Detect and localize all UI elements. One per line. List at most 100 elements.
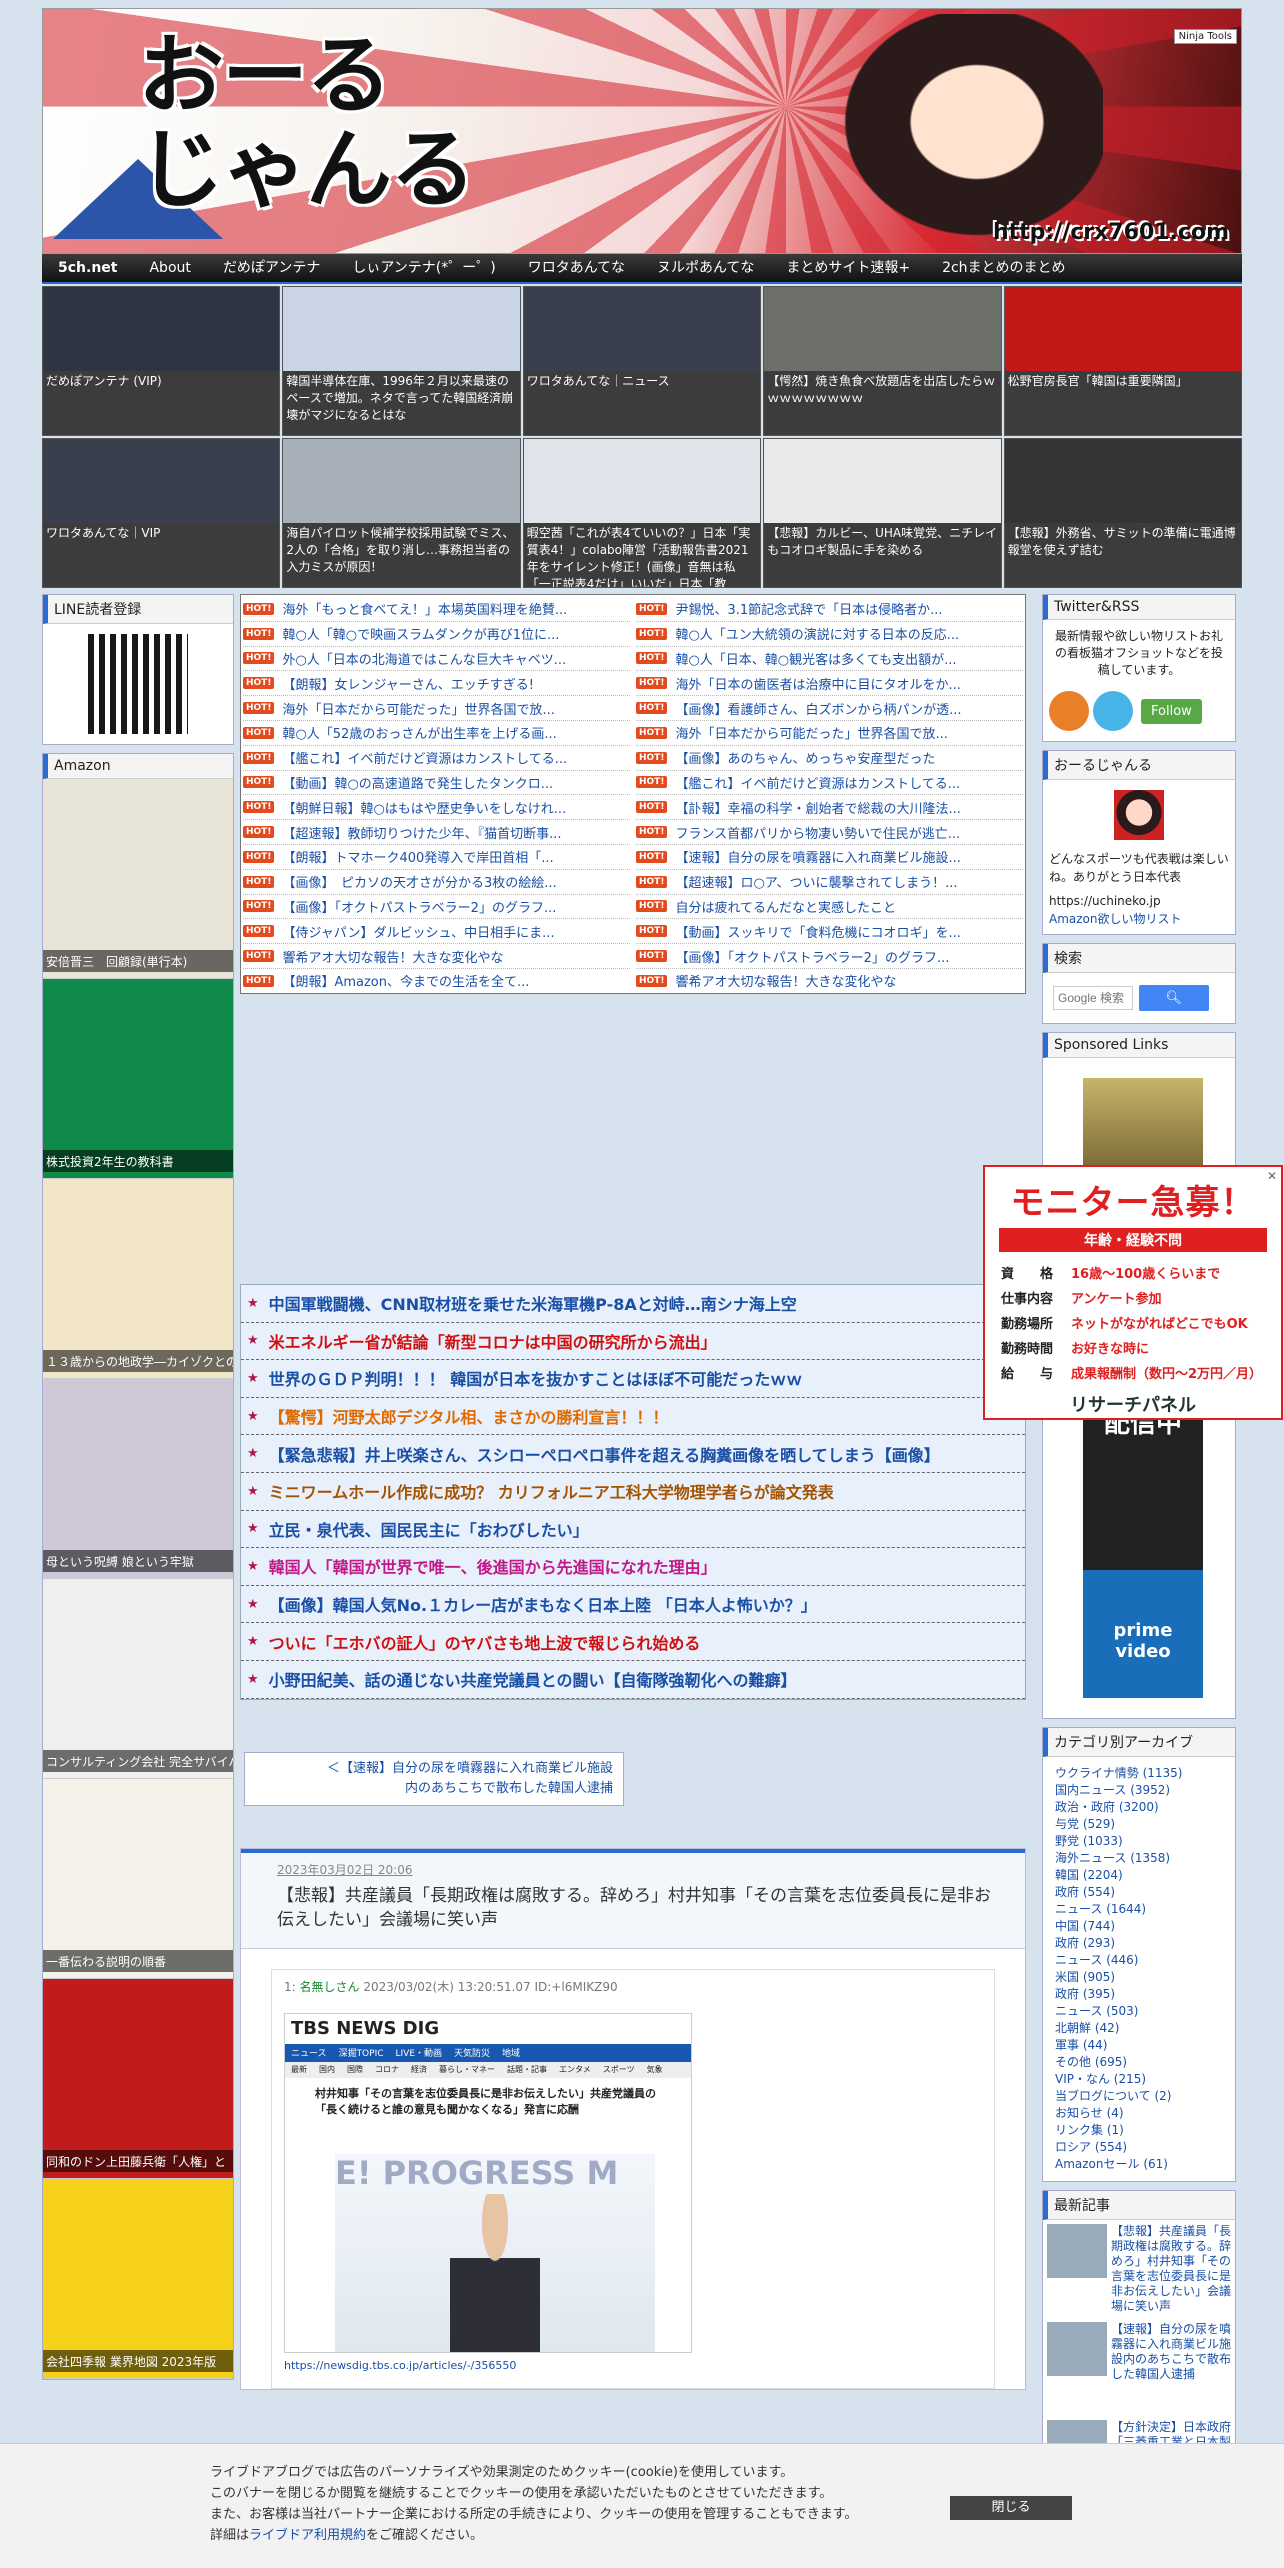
- category-link[interactable]: 国内ニュース (3952): [1055, 1782, 1223, 1799]
- category-link[interactable]: Amazonセール (61): [1055, 2156, 1223, 2173]
- monitor-ad-popup[interactable]: ✕ モニター急募！ 年齢・経験不問 資 格 16歳～100歳くらいまで 仕事内容 アン…: [983, 1165, 1283, 1420]
- prev-article-link[interactable]: ＜【速報】自分の尿を噴霧器に入れ商業ビル施設 内のあちこちで散布した韓国人逮捕: [244, 1751, 624, 1806]
- recommended-item[interactable]: ★ 【緊急悲報】井上咲楽さん、スシローペロペロ事件を超える胸糞画像を晒してしまう【…: [241, 1435, 1025, 1473]
- recommended-item[interactable]: ★ 【驚愕】河野太郎デジタル相、まさかの勝利宣言！！！: [241, 1398, 1025, 1436]
- category-link[interactable]: 政府 (395): [1055, 1986, 1223, 2003]
- hot-link-text[interactable]: 韓○人「日本、韓○観光客は多くても支出額が...: [675, 649, 956, 668]
- hot-link-row[interactable]: HOT! 【朗報】Amazon、今までの生活を全て...: [243, 969, 630, 993]
- recommended-item[interactable]: ★ ミニワームホール作成に成功？ カリフォルニア工科大学物理学者らが論文発表: [241, 1473, 1025, 1511]
- category-link[interactable]: ニュース (1644): [1055, 1901, 1223, 1918]
- book-item[interactable]: 会社四季報 業界地図 2023年版: [43, 2179, 233, 2379]
- nav-damepo[interactable]: だめぽアンテナ: [207, 253, 336, 283]
- recommended-text[interactable]: 立民・泉代表、国民民主に「おわびしたい」: [269, 1517, 589, 1541]
- hot-link-text[interactable]: 【超速報】教師切りつけた少年、『猫首切断事...: [282, 823, 561, 842]
- recent-title[interactable]: 【悲報】共産議員「長期政権は腐敗する。辞めろ」村井知事「その言葉を志位委員長に是…: [1111, 2224, 1231, 2314]
- hot-link-text[interactable]: 【朗報】トマホーク400発導入で岸田首相「...: [282, 847, 553, 866]
- hot-link-row[interactable]: HOT! 外○人「日本の北海道ではこんな巨大キャベツ...: [243, 647, 630, 672]
- hot-link-row[interactable]: HOT! 【動画】スッキリで「食料危機にコオロギ」を...: [636, 919, 1023, 945]
- book-item[interactable]: 母という呪縛 娘という牢獄: [43, 1379, 233, 1579]
- category-link[interactable]: 韓国 (2204): [1055, 1867, 1223, 1884]
- category-link[interactable]: 野党 (1033): [1055, 1833, 1223, 1850]
- category-link[interactable]: 北朝鮮 (42): [1055, 2020, 1223, 2037]
- book-item[interactable]: 株式投資2年生の教科書: [43, 979, 233, 1179]
- recent-title[interactable]: 【速報】自分の尿を噴霧器に入れ商業ビル施設内のあちこちで散布した韓国人逮捕: [1111, 2322, 1231, 2412]
- recommended-item[interactable]: ★ 中国軍戦闘機、CNN取材班を乗せた米海軍機P-8Aと対峙…南シナ海上空: [241, 1285, 1025, 1323]
- recommended-text[interactable]: ミニワームホール作成に成功？ カリフォルニア工科大学物理学者らが論文発表: [269, 1479, 834, 1503]
- thumb-item[interactable]: 松野官房長官「韓国は重要隣国」: [1003, 286, 1242, 436]
- hot-link-text[interactable]: 【画像】 ピカソの天才さが分かる3枚の絵絵...: [282, 872, 556, 891]
- recommended-text[interactable]: 韓国人「韓国が世界で唯一、後進国から先進国になれた理由」: [269, 1554, 717, 1578]
- hot-link-text[interactable]: フランス首都パリから物凄い勢いで住民が逃亡...: [675, 823, 960, 842]
- hot-link-row[interactable]: HOT! 海外「もっと食べてえ！」本場英国料理を絶賛...: [243, 597, 630, 622]
- thumb-item[interactable]: 【悲報】外務省、サミットの準備に電通博報堂を使えず詰む: [1003, 438, 1242, 588]
- hot-link-row[interactable]: HOT! 【朗報】トマホーク400発導入で岸田首相「...: [243, 845, 630, 870]
- hot-link-row[interactable]: HOT! 尹錫悦、3.1節記念式辞で「日本は侵略者か...: [636, 597, 1023, 622]
- thumb-item[interactable]: 海自パイロット候補学校採用試験でミス、2人の「合格」を取り消し…事務担当者の入力…: [282, 438, 521, 588]
- thumb-item[interactable]: 【悲報】カルビー、UHA味覚党、ニチレイもコオロギ製品に手を染める: [763, 438, 1002, 588]
- hot-link-row[interactable]: HOT! 海外「日本だから可能だった」世界各国で放...: [243, 696, 630, 721]
- hot-link-text[interactable]: 【速報】自分の尿を噴霧器に入れ商業ビル施設...: [675, 847, 960, 866]
- hot-link-row[interactable]: HOT! 【画像】「オクトパストラベラー2」のグラフ...: [243, 895, 630, 920]
- hot-link-text[interactable]: 響希アオ大切な報告！大きな変化やな: [675, 971, 896, 990]
- hot-link-text[interactable]: 【画像】「オクトパストラベラー2」のグラフ...: [675, 947, 949, 966]
- recommended-item[interactable]: ★ 韓国人「韓国が世界で唯一、後進国から先進国になれた理由」: [241, 1548, 1025, 1586]
- hot-link-row[interactable]: HOT! 海外「日本だから可能だった」世界各国で放...: [636, 721, 1023, 746]
- hot-link-row[interactable]: HOT! 【速報】自分の尿を噴霧器に入れ商業ビル施設...: [636, 845, 1023, 870]
- hot-link-text[interactable]: 海外「日本の歯医者は治療中に目にタオルをか...: [675, 674, 960, 693]
- cookie-close-button[interactable]: 閉じる: [950, 2496, 1072, 2520]
- category-link[interactable]: 政府 (293): [1055, 1935, 1223, 1952]
- site-header[interactable]: おーる じゃんる Ninja Tools http://crx7601.com: [42, 8, 1242, 254]
- thumb-item[interactable]: だめぽアンテナ (VIP): [42, 286, 281, 436]
- hot-link-row[interactable]: HOT! 【朗報】女レンジャーさん、エッチすぎる!: [243, 671, 630, 697]
- site-logo[interactable]: おーる じゃんる: [138, 29, 476, 217]
- hot-link-row[interactable]: HOT! フランス首都パリから物凄い勢いで住民が逃亡...: [636, 820, 1023, 845]
- book-item[interactable]: 安倍晋三 回顧録(単行本): [43, 779, 233, 979]
- category-link[interactable]: ロシア (554): [1055, 2139, 1223, 2156]
- hot-link-row[interactable]: HOT! 自分は疲れてるんだなと実感したこと: [636, 895, 1023, 920]
- hot-link-text[interactable]: 海外「日本だから可能だった」世界各国で放...: [282, 699, 554, 718]
- category-link[interactable]: 与党 (529): [1055, 1816, 1223, 1833]
- hot-link-text[interactable]: 【動画】スッキリで「食料危機にコオロギ」を...: [675, 922, 960, 941]
- hot-link-row[interactable]: HOT! 韓○人「ユン大統領の演説に対する日本の反応...: [636, 622, 1023, 647]
- hot-link-row[interactable]: HOT! 響希アオ大切な報告！大きな変化やな: [243, 944, 630, 969]
- hot-link-row[interactable]: HOT! 【画像】看護師さん、白ズボンから柄パンが透...: [636, 696, 1023, 721]
- book-item[interactable]: 一番伝わる説明の順番: [43, 1779, 233, 1979]
- wishlist-link[interactable]: Amazon欲しい物リスト: [1049, 912, 1182, 926]
- recent-item[interactable]: 【速報】自分の尿を噴霧器に入れ商業ビル施設内のあちこちで散布した韓国人逮捕: [1047, 2322, 1231, 2412]
- book-item[interactable]: 同和のドン上田藤兵衛「人権」と「暴力」の戦後史: [43, 1979, 233, 2179]
- hot-link-text[interactable]: 【侍ジャパン】ダルビッシュ、中日相手にま...: [282, 922, 554, 941]
- nav-5ch[interactable]: 5ch.net: [42, 253, 133, 283]
- terms-link[interactable]: ライブドア利用規約: [249, 2528, 366, 2543]
- category-link[interactable]: 政府 (554): [1055, 1884, 1223, 1901]
- close-icon[interactable]: ✕: [1267, 1169, 1277, 1183]
- book-item[interactable]: コンサルティング会社 完全サバイバルマニュアル (文春e-book): [43, 1579, 233, 1779]
- category-link[interactable]: VIP・なん (215): [1055, 2071, 1223, 2088]
- category-link[interactable]: 当ブログについて (2): [1055, 2088, 1223, 2105]
- recommended-text[interactable]: 【緊急悲報】井上咲楽さん、スシローペロペロ事件を超える胸糞画像を晒してしまう【画…: [269, 1442, 940, 1466]
- hot-link-text[interactable]: 【訃報】幸福の科学・創始者で総裁の大川隆法...: [675, 798, 960, 817]
- search-button[interactable]: 🔍︎: [1139, 985, 1209, 1011]
- hot-link-row[interactable]: HOT! 【侍ジャパン】ダルビッシュ、中日相手にま...: [243, 919, 630, 945]
- category-link[interactable]: 政治・政府 (3200): [1055, 1799, 1223, 1816]
- hot-link-text[interactable]: 海外「日本だから可能だった」世界各国で放...: [675, 723, 947, 742]
- hot-link-row[interactable]: HOT! 【超速報】教師切りつけた少年、『猫首切断事...: [243, 820, 630, 845]
- category-link[interactable]: お知らせ (4): [1055, 2105, 1223, 2122]
- source-link[interactable]: https://newsdig.tbs.co.jp/articles/-/356…: [284, 2359, 982, 2372]
- recommended-text[interactable]: 世界のＧＤＰ判明！！！ 韓国が日本を抜かすことはほぼ不可能だったｗｗ: [269, 1366, 803, 1390]
- hot-link-text[interactable]: 【動画】韓○の高速道路で発生したタンクロ...: [282, 773, 553, 792]
- hot-link-row[interactable]: HOT! 【艦これ】イベ前だけど資源はカンストしてる...: [243, 746, 630, 771]
- hot-link-text[interactable]: 【艦これ】イベ前だけど資源はカンストしてる...: [282, 748, 567, 767]
- hot-link-text[interactable]: 韓○人「韓○で映画スラムダンクが再び1位に...: [282, 624, 559, 643]
- thumb-item[interactable]: 暇空茜「これが表4ていいの？」日本「実質表4！」colabo陣営「活動報告書20…: [522, 438, 762, 588]
- hot-link-text[interactable]: 自分は疲れてるんだなと実感したこと: [675, 897, 896, 916]
- thumb-item[interactable]: ワロタあんてな｜ニュース: [522, 286, 762, 436]
- nav-warota[interactable]: ワロタあんてな: [512, 253, 641, 283]
- book-item[interactable]: １３歳からの地政学―カイゾクとの地球儀航海: [43, 1179, 233, 1379]
- follow-button[interactable]: Follow: [1141, 698, 1202, 724]
- hot-link-text[interactable]: 外○人「日本の北海道ではこんな巨大キャベツ...: [282, 649, 566, 668]
- hot-link-text[interactable]: 【画像】看護師さん、白ズボンから柄パンが透...: [675, 699, 961, 718]
- recent-item[interactable]: 【悲報】共産議員「長期政権は腐敗する。辞めろ」村井知事「その言葉を志位委員長に是…: [1047, 2224, 1231, 2314]
- nav-nullpo[interactable]: ヌルポあんてな: [641, 253, 770, 283]
- category-link[interactable]: 軍事 (44): [1055, 2037, 1223, 2054]
- hot-link-text[interactable]: 【超速報】ロ○ア、ついに襲撃されてしまう！...: [675, 872, 957, 891]
